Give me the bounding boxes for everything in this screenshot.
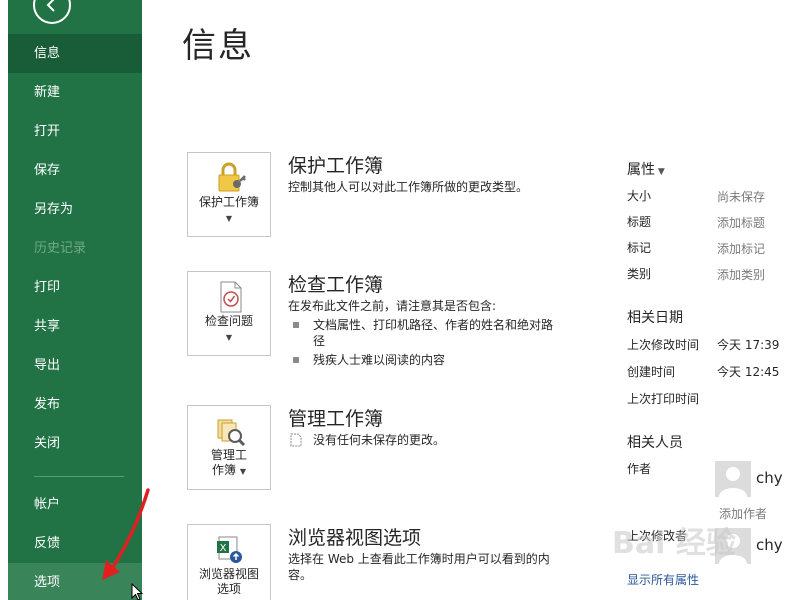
- manage-workbook-icon: [217, 419, 246, 447]
- lock-key-icon: [218, 162, 246, 192]
- prop-label-category: 类别: [627, 267, 652, 281]
- chevron-down-icon: ▼: [239, 467, 246, 476]
- related-dates-heading: 相关日期: [627, 310, 683, 326]
- protect-workbook-title: 保护工作簿: [288, 155, 384, 177]
- sidebar-item-close[interactable]: 关闭: [8, 424, 142, 463]
- manage-workbook-button[interactable]: 管理工 作簿 ▼: [187, 405, 271, 490]
- show-all-properties-link[interactable]: 显示所有属性: [627, 571, 699, 588]
- sidebar-item-export[interactable]: 导出: [8, 346, 142, 385]
- prop-label-tags: 标记: [627, 241, 652, 255]
- browser-view-description: 选择在 Web 上查看此工作簿时用户可以看到的内容。: [288, 552, 550, 582]
- author-name: chy: [756, 469, 783, 487]
- inspect-document-icon: [220, 281, 242, 313]
- manage-workbook-title: 管理工作簿: [288, 408, 384, 430]
- sidebar-item-save[interactable]: 保存: [8, 151, 142, 190]
- back-button[interactable]: [33, 0, 71, 24]
- inspect-workbook-title: 检查工作簿: [288, 274, 384, 296]
- sidebar-item-save-as[interactable]: 另存为: [8, 190, 142, 229]
- chevron-down-icon: ▼: [655, 167, 665, 177]
- date-label-printed: 上次打印时间: [627, 392, 700, 406]
- svg-text:X: X: [220, 543, 227, 554]
- check-issues-button[interactable]: 检查问题 ▼: [187, 271, 271, 356]
- bullet-square-icon: [293, 322, 299, 328]
- list-item: 残疾人士难以阅读的内容: [288, 352, 558, 368]
- prop-value-tags[interactable]: 添加标记: [717, 240, 765, 257]
- last-modified-by-label: 上次修改者: [627, 529, 688, 543]
- prop-value-size: 尚未保存: [717, 190, 766, 204]
- backstage-view: 信息 新建 打开 保存 另存为 历史记录 打印 共享 导出 发布 关闭 帐户 反…: [0, 0, 800, 600]
- date-label-created: 创建时间: [627, 365, 676, 379]
- browser-view-tile-label-2: 选项: [216, 582, 241, 596]
- user-avatar-icon: [715, 528, 751, 564]
- user-avatar-icon: [715, 461, 751, 497]
- add-author-link[interactable]: 添加作者: [719, 505, 767, 522]
- sidebar-item-feedback[interactable]: 反馈: [8, 524, 142, 563]
- inspect-bullet-list: 文档属性、打印机路径、作者的姓名和绝对路径 残疾人士难以阅读的内容: [288, 317, 558, 371]
- browser-view-options-button[interactable]: X 浏览器视图 选项: [187, 524, 271, 600]
- sidebar-item-info[interactable]: 信息: [8, 34, 142, 73]
- prop-value-category[interactable]: 添加类别: [717, 266, 765, 283]
- chevron-down-icon: ▼: [225, 333, 233, 342]
- protect-workbook-tile-label: 保护工作簿: [198, 195, 259, 209]
- file-check-icon: [290, 433, 302, 447]
- author-label: 作者: [627, 462, 652, 476]
- properties-dropdown[interactable]: 属性 ▼: [627, 159, 665, 179]
- sidebar-item-open[interactable]: 打开: [8, 112, 142, 151]
- browser-view-title: 浏览器视图选项: [288, 527, 422, 549]
- chevron-down-icon: ▼: [225, 214, 233, 223]
- back-arrow-icon: [46, 0, 55, 12]
- manage-workbook-tile-label-1: 管理工: [210, 448, 247, 462]
- protect-workbook-button[interactable]: 保护工作簿 ▼: [187, 152, 271, 237]
- list-item: 文档属性、打印机路径、作者的姓名和绝对路径: [288, 317, 558, 349]
- sidebar-item-print[interactable]: 打印: [8, 268, 142, 307]
- sidebar-divider: [34, 476, 124, 477]
- browser-view-icon: X: [217, 536, 242, 563]
- manage-workbook-tile-label-2: 作簿: [212, 463, 237, 477]
- sidebar-item-new[interactable]: 新建: [8, 73, 142, 112]
- browser-view-tile-label-1: 浏览器视图: [198, 567, 259, 581]
- last-modified-by-person[interactable]: chy: [715, 528, 800, 566]
- inspect-workbook-description: 在发布此文件之前，请注意其是否包含:: [288, 299, 497, 313]
- sidebar-item-account[interactable]: 帐户: [8, 485, 142, 524]
- date-value-modified: 今天 17:39: [717, 338, 780, 352]
- date-value-created: 今天 12:45: [717, 365, 780, 379]
- manage-workbook-status: 没有任何未保存的更改。: [288, 432, 558, 448]
- date-label-modified: 上次修改时间: [627, 338, 700, 352]
- sidebar-item-publish[interactable]: 发布: [8, 385, 142, 424]
- prop-label-title: 标题: [627, 215, 652, 229]
- sidebar-left-edge: [0, 0, 8, 600]
- backstage-sidebar: 信息 新建 打开 保存 另存为 历史记录 打印 共享 导出 发布 关闭 帐户 反…: [0, 0, 142, 600]
- sidebar-item-share[interactable]: 共享: [8, 307, 142, 346]
- check-issues-tile-label: 检查问题: [204, 314, 253, 328]
- author-person[interactable]: chy: [715, 461, 800, 499]
- sidebar-item-history: 历史记录: [34, 241, 87, 256]
- sidebar-item-options[interactable]: 选项: [8, 563, 142, 600]
- properties-heading: 属性: [627, 162, 655, 178]
- manage-workbook-description: 没有任何未保存的更改。: [313, 433, 446, 447]
- page-title: 信息: [182, 26, 254, 66]
- prop-label-size: 大小: [627, 189, 652, 203]
- protect-workbook-description: 控制其他人可以对此工作簿所做的更改类型。: [288, 180, 529, 194]
- related-people-heading: 相关人员: [627, 435, 683, 451]
- bullet-square-icon: [293, 357, 299, 363]
- prop-value-title[interactable]: 添加标题: [717, 214, 765, 231]
- last-modified-by-name: chy: [756, 536, 783, 554]
